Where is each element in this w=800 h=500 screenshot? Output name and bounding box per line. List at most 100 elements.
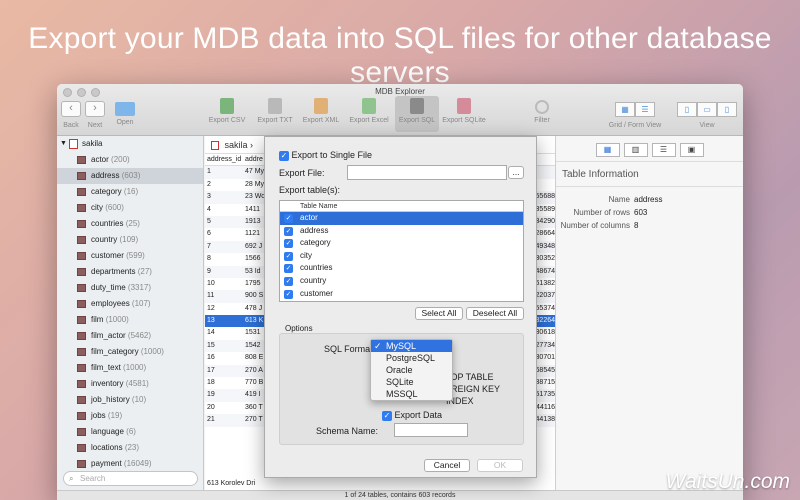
sidebar-item[interactable]: film_text (1000) — [57, 360, 203, 376]
table-count: (1000) — [105, 315, 129, 324]
ok-button[interactable]: OK — [477, 459, 523, 472]
sidebar-item[interactable]: actor (200) — [57, 152, 203, 168]
export-single-checkbox[interactable]: ✓ Export to Single File — [279, 150, 372, 161]
sidebar-database[interactable]: ▼ sakila — [57, 136, 203, 152]
info-tab-list-icon[interactable]: ☰ — [651, 143, 676, 157]
menu-item[interactable]: SQLite — [371, 376, 452, 388]
sidebar-item[interactable]: payment (16049) — [57, 456, 203, 472]
sidebar-item[interactable]: film_actor (5462) — [57, 328, 203, 344]
list-item[interactable]: ✓ countries — [280, 262, 523, 275]
column-header[interactable]: address_id — [207, 154, 241, 166]
menu-item[interactable]: MSSQL — [371, 388, 452, 400]
browse-button[interactable]: ... — [508, 166, 524, 179]
grid-view-icon[interactable]: ▦ — [615, 102, 635, 117]
export-file-input[interactable] — [347, 165, 507, 180]
search-placeholder: Search — [80, 474, 106, 483]
sql-format-label: SQL Format — [324, 344, 373, 354]
cell-id: 4 — [207, 205, 211, 213]
menu-item[interactable]: ✓ MySQL — [371, 340, 452, 352]
checkbox-checked-icon[interactable]: ✓ — [284, 264, 293, 274]
disclosure-triangle-icon[interactable]: ▼ — [60, 136, 67, 152]
export-sqlite-label: Export SQLite — [442, 117, 486, 124]
excel-file-icon — [362, 98, 376, 114]
sidebar-item-label: inventory (4581) — [91, 376, 149, 392]
export-data-checkbox[interactable]: ✓ Export Data — [382, 410, 442, 421]
list-item[interactable]: ✓ customer — [280, 288, 523, 301]
column-header[interactable]: addre — [245, 154, 263, 166]
back-button[interactable]: ‹ — [61, 101, 81, 117]
sidebar-item[interactable]: jobs (19) — [57, 408, 203, 424]
export-csv-button[interactable]: Export CSV — [205, 98, 249, 124]
table-icon — [77, 204, 86, 212]
search-icon: ⌕ — [69, 474, 74, 483]
checkbox-checked-icon[interactable]: ✓ — [284, 289, 293, 299]
sidebar-item[interactable]: film_category (1000) — [57, 344, 203, 360]
view-toggle[interactable]: ▯ ▭ ▯ — [677, 102, 737, 117]
open-button[interactable]: Open — [111, 98, 139, 126]
footer-cell-text: 613 Korolev Dri — [207, 479, 256, 487]
cell-address: 613 K — [245, 317, 264, 325]
grid-form-toggle[interactable]: ▦ ☰ — [615, 102, 655, 117]
export-excel-button[interactable]: Export Excel — [345, 98, 393, 124]
sidebar-item[interactable]: inventory (4581) — [57, 376, 203, 392]
list-item[interactable]: ✓ address — [280, 225, 523, 238]
info-tab-columns-icon[interactable]: ▥ — [623, 143, 648, 157]
menu-item[interactable]: PostgreSQL — [371, 352, 452, 364]
checkbox-checked-icon[interactable]: ✓ — [284, 251, 293, 261]
export-sql-dialog: ✓ Export to Single File Export File: ...… — [264, 136, 537, 478]
sidebar-item[interactable]: film (1000) — [57, 312, 203, 328]
export-sql-label: Export SQL — [398, 117, 436, 124]
sidebar-item[interactable]: departments (27) — [57, 264, 203, 280]
sidebar-item[interactable]: countries (25) — [57, 216, 203, 232]
list-item[interactable]: ✓ city — [280, 250, 523, 263]
sqlite-file-icon — [457, 98, 471, 114]
checkbox-checked-icon[interactable]: ✓ — [284, 239, 293, 249]
export-sqlite-button[interactable]: Export SQLite — [439, 98, 489, 124]
select-all-button[interactable]: Select All — [415, 307, 463, 320]
sidebar-item[interactable]: employees (107) — [57, 296, 203, 312]
cell-address: 270 T — [245, 416, 263, 424]
bottom-panel-icon[interactable]: ▭ — [697, 102, 717, 117]
sidebar-item[interactable]: locations (23) — [57, 440, 203, 456]
sidebar-item[interactable]: address (603) — [57, 168, 203, 184]
csv-file-icon — [220, 98, 234, 114]
cancel-button[interactable]: Cancel — [424, 459, 470, 472]
info-tab-film-icon[interactable]: ▣ — [679, 143, 704, 157]
checkbox-checked-icon[interactable]: ✓ — [284, 276, 293, 286]
menu-item[interactable]: Oracle — [371, 364, 452, 376]
schema-name-input[interactable] — [394, 423, 468, 437]
table-name: actor — [91, 155, 109, 164]
sidebar-item[interactable]: language (6) — [57, 424, 203, 440]
sidebar-search-input[interactable]: ⌕ Search — [63, 471, 198, 486]
table-icon — [77, 348, 86, 356]
checkbox-checked-icon[interactable]: ✓ — [284, 214, 293, 223]
menu-item-label: SQLite — [386, 377, 414, 387]
list-item[interactable]: ✓ category — [280, 237, 523, 250]
sidebar-item[interactable]: customer (599) — [57, 248, 203, 264]
info-tab-grid-icon[interactable]: ▦ — [595, 143, 620, 157]
deselect-all-button[interactable]: Deselect All — [466, 307, 524, 320]
sidebar-item[interactable]: city (600) — [57, 200, 203, 216]
cell-address: 47 My — [245, 168, 265, 176]
watermark: WaitsUn.com — [665, 470, 790, 493]
form-view-icon[interactable]: ☰ — [635, 102, 655, 117]
cell-postal: 30701 — [535, 354, 555, 362]
forward-button[interactable]: › — [85, 101, 105, 117]
left-panel-icon[interactable]: ▯ — [677, 102, 697, 117]
sidebar-item[interactable]: job_history (10) — [57, 392, 203, 408]
menu-item-label: PostgreSQL — [386, 353, 436, 363]
sidebar-item-label: locations (23) — [91, 440, 139, 456]
export-sql-button[interactable]: Export SQL — [395, 96, 439, 132]
list-item[interactable]: ✓ country — [280, 275, 523, 288]
sidebar-item[interactable]: country (109) — [57, 232, 203, 248]
export-txt-button[interactable]: Export TXT — [253, 98, 297, 124]
sidebar-item[interactable]: duty_time (3317) — [57, 280, 203, 296]
list-item[interactable]: ✓ actor — [280, 212, 523, 225]
export-xml-button[interactable]: Export XML — [299, 98, 343, 124]
breadcrumb-db[interactable]: sakila — [225, 140, 248, 150]
sidebar-item[interactable]: category (16) — [57, 184, 203, 200]
right-panel-icon[interactable]: ▯ — [717, 102, 737, 117]
checkbox-checked-icon[interactable]: ✓ — [284, 226, 293, 236]
filter-button[interactable]: Filter — [527, 98, 557, 124]
cell-address: 28 My — [245, 180, 265, 188]
